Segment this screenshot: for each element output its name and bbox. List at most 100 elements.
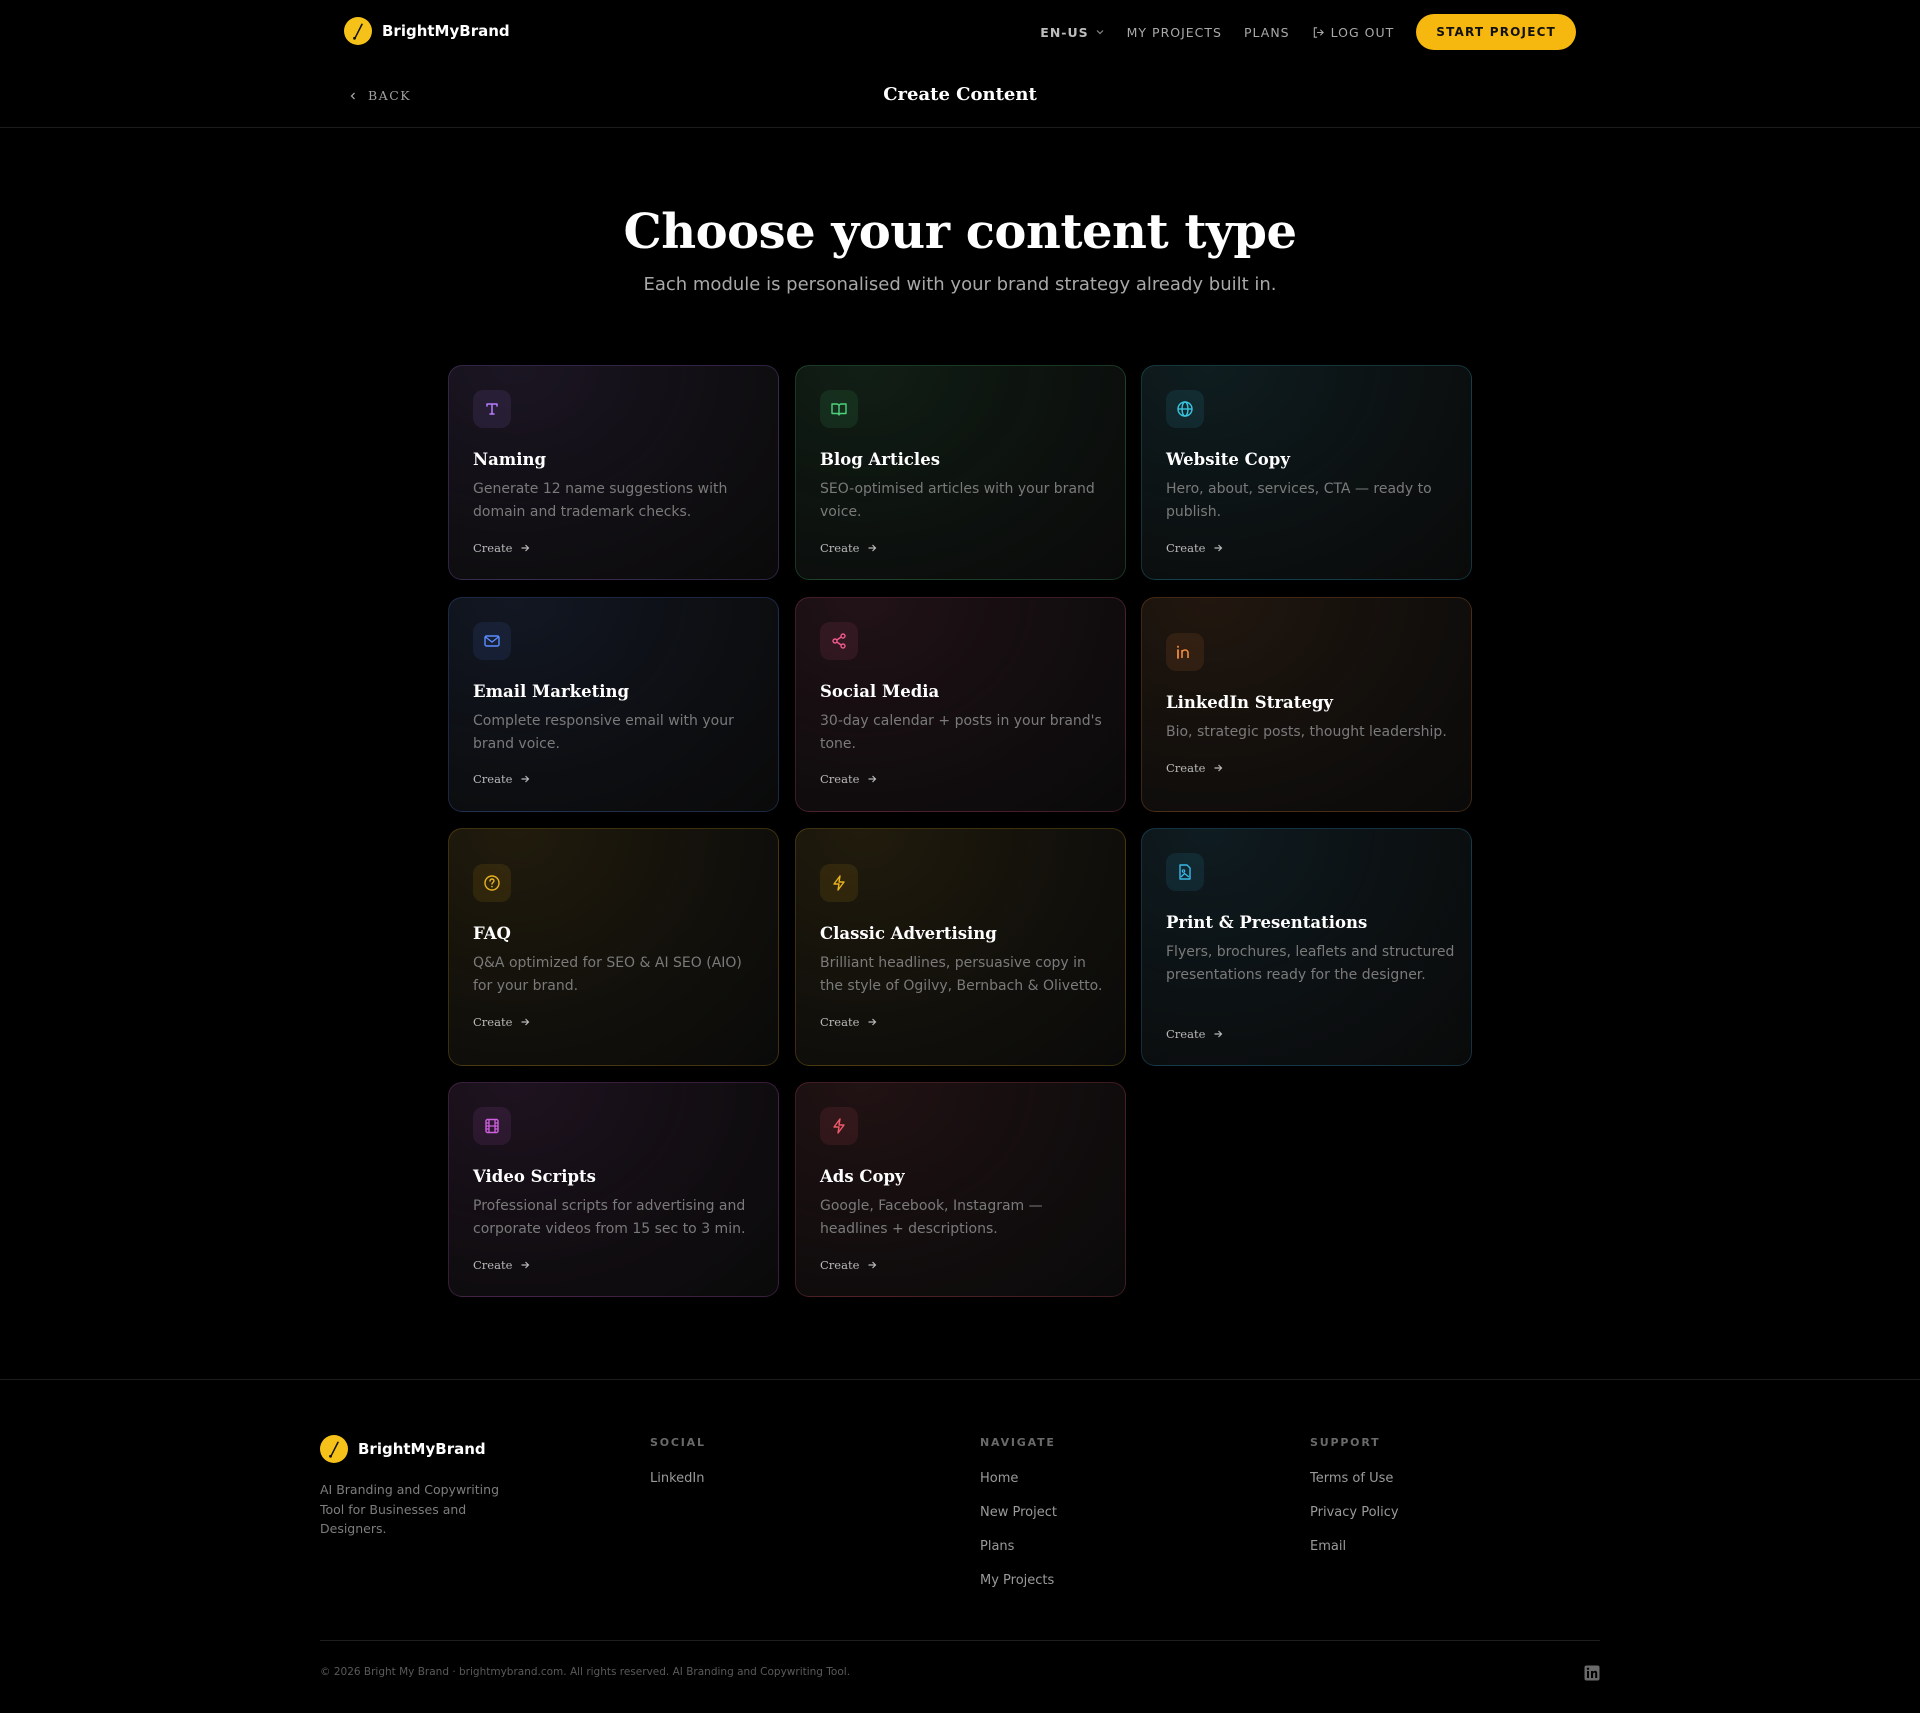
card-create-link[interactable]: Create [473, 1015, 530, 1029]
book-open-icon [820, 390, 858, 428]
footer-support: SUPPORT Terms of Use Privacy Policy Emai… [1310, 1436, 1399, 1573]
card-create-link[interactable]: Create [1166, 761, 1223, 775]
nav-log-out[interactable]: LOG OUT [1312, 25, 1395, 40]
card-title: Classic Advertising [820, 924, 997, 943]
card-title: Website Copy [1166, 450, 1290, 469]
card-description: Hero, about, services, CTA — ready to pu… [1166, 481, 1432, 520]
footer-link-terms[interactable]: Terms of Use [1310, 1471, 1399, 1486]
arrow-right-icon [868, 775, 877, 783]
footer-support-title: SUPPORT [1310, 1436, 1381, 1449]
footer-navigate-title: NAVIGATE [980, 1436, 1056, 1449]
card-create-link[interactable]: Create [473, 772, 530, 786]
film-icon [473, 1107, 511, 1145]
arrow-right-icon [868, 1261, 877, 1269]
zap-icon [820, 864, 858, 902]
card-create-label: Create [820, 1258, 860, 1272]
footer-description: AI Branding and Copywriting Tool for Bus… [320, 1482, 500, 1536]
content-card-video-scripts[interactable]: Video Scripts Professional scripts for ad… [448, 1082, 779, 1297]
linkedin-icon[interactable] [1584, 1665, 1600, 1681]
card-create-link[interactable]: Create [820, 772, 877, 786]
zap-icon [820, 1107, 858, 1145]
nav-my-projects[interactable]: MY PROJECTS [1127, 25, 1222, 40]
footer-bottom-divider [320, 1640, 1600, 1641]
arrow-right-icon [521, 544, 530, 552]
language-label: EN-US [1040, 24, 1089, 40]
arrow-right-icon [1214, 1030, 1223, 1038]
content-card-social-media[interactable]: Social Media 30-day calendar + posts in y… [795, 597, 1126, 812]
card-title: LinkedIn Strategy [1166, 693, 1333, 712]
content-card-email-marketing[interactable]: Email Marketing Complete responsive email… [448, 597, 779, 812]
content-card-blog-articles[interactable]: Blog Articles SEO-optimised articles with… [795, 365, 1126, 580]
content-card-website-copy[interactable]: Website Copy Hero, about, services, CTA —… [1141, 365, 1472, 580]
footer-link-email[interactable]: Email [1310, 1539, 1399, 1554]
card-create-label: Create [1166, 541, 1206, 555]
log-out-icon [1313, 26, 1324, 38]
card-create-label: Create [820, 1015, 860, 1029]
card-create-link[interactable]: Create [473, 541, 530, 555]
card-create-link[interactable]: Create [473, 1258, 530, 1272]
card-description: Bio, strategic posts, thought leadership… [1166, 724, 1447, 740]
arrow-right-icon [521, 775, 530, 783]
content-card-naming[interactable]: Naming Generate 12 name suggestions with … [448, 365, 779, 580]
footer-link-home[interactable]: Home [980, 1471, 1057, 1486]
brand-logo[interactable]: BrightMyBrand [344, 17, 510, 45]
start-project-button[interactable]: START PROJECT [1416, 14, 1576, 50]
card-title: Naming [473, 450, 547, 469]
arrow-right-icon [521, 1261, 530, 1269]
log-out-label: LOG OUT [1330, 24, 1395, 40]
card-description: Brilliant headlines, persuasive copy in … [820, 955, 1103, 994]
card-title: Video Scripts [473, 1167, 596, 1186]
content-card-print-presentations[interactable]: Print & Presentations Flyers, brochures, … [1141, 828, 1472, 1066]
footer-brand-logo[interactable]: BrightMyBrand [320, 1435, 486, 1463]
card-title: Blog Articles [820, 450, 940, 469]
footer-link-new-project[interactable]: New Project [980, 1505, 1057, 1520]
card-create-link[interactable]: Create [1166, 541, 1223, 555]
card-create-link[interactable]: Create [820, 1258, 877, 1272]
card-create-link[interactable]: Create [820, 541, 877, 555]
footer-link-plans[interactable]: Plans [980, 1539, 1057, 1554]
linkedin-icon [1166, 633, 1204, 671]
footer-link-my-projects[interactable]: My Projects [980, 1573, 1057, 1588]
arrow-right-icon [521, 1018, 530, 1026]
globe-icon [1166, 390, 1204, 428]
card-description: 30-day calendar + posts in your brand's … [820, 713, 1102, 752]
top-nav: BrightMyBrand EN-US MY PROJECTS PLANS LO… [0, 0, 1920, 64]
footer-copyright: © 2026 Bright My Brand · brightmybrand.c… [320, 1666, 851, 1678]
card-create-label: Create [473, 541, 513, 555]
footer-link-linkedin[interactable]: LinkedIn [650, 1471, 706, 1486]
footer-divider [0, 1379, 1920, 1380]
footer-link-privacy[interactable]: Privacy Policy [1310, 1505, 1399, 1520]
file-image-icon [1166, 853, 1204, 891]
content-card-ads-copy[interactable]: Ads Copy Google, Facebook, Instagram — he… [795, 1082, 1126, 1297]
card-create-link[interactable]: Create [820, 1015, 877, 1029]
nav-menu: EN-US MY PROJECTS PLANS LOG OUT START PR… [1040, 14, 1576, 50]
card-title: FAQ [473, 924, 511, 943]
arrow-right-icon [868, 544, 877, 552]
card-create-label: Create [473, 772, 513, 786]
chevron-down-icon [1096, 30, 1104, 35]
footer-navigate: NAVIGATE Home New Project Plans My Proje… [980, 1436, 1057, 1607]
footer-social: SOCIAL LinkedIn [650, 1436, 706, 1505]
footer-logo-mark-icon [320, 1435, 348, 1463]
help-circle-icon [473, 864, 511, 902]
page-title: Create Content [883, 84, 1037, 105]
card-title: Email Marketing [473, 682, 630, 701]
card-description: Google, Facebook, Instagram — headlines … [820, 1198, 1043, 1237]
footer-social-title: SOCIAL [650, 1436, 706, 1449]
card-description: Q&A optimized for SEO & AI SEO (AIO) for… [473, 955, 742, 994]
content-card-faq[interactable]: FAQ Q&A optimized for SEO & AI SEO (AIO) … [448, 828, 779, 1066]
hero-title: Choose your content type [623, 204, 1297, 260]
card-title: Print & Presentations [1166, 913, 1368, 932]
card-create-link[interactable]: Create [1166, 1027, 1223, 1041]
language-selector[interactable]: EN-US [1040, 25, 1104, 40]
footer-brand-name: BrightMyBrand [358, 1440, 486, 1458]
nav-plans[interactable]: PLANS [1244, 25, 1290, 40]
card-create-label: Create [1166, 761, 1206, 775]
type-icon [473, 390, 511, 428]
card-create-label: Create [1166, 1027, 1206, 1041]
card-description: SEO-optimised articles with your brand v… [820, 481, 1095, 520]
card-description: Professional scripts for advertising and… [473, 1198, 746, 1237]
card-title: Social Media [820, 682, 940, 701]
content-card-linkedin-strategy[interactable]: LinkedIn Strategy Bio, strategic posts, t… [1141, 597, 1472, 812]
content-card-classic-advertising[interactable]: Classic Advertising Brilliant headlines, … [795, 828, 1126, 1066]
